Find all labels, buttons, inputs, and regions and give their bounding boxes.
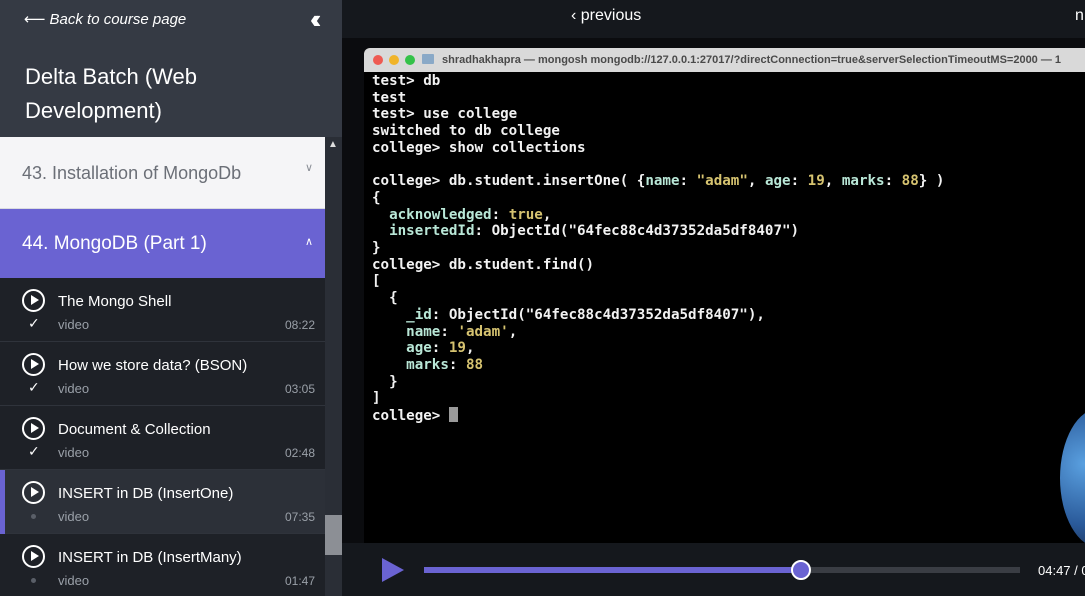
previous-lecture-button[interactable]: ‹ previous xyxy=(571,7,641,25)
scroll-up-arrow-icon[interactable]: ▲ xyxy=(328,139,338,150)
play-circle-icon xyxy=(22,353,45,376)
lesson-item[interactable]: ✓ Document & Collection video 02:48 xyxy=(0,406,325,470)
terminal-line: college> db.student.insertOne( {name: "a… xyxy=(372,173,945,190)
terminal-line: } xyxy=(372,240,381,257)
terminal-line: insertedId: ObjectId("64fec88c4d37352da5… xyxy=(389,223,800,240)
time-display: 04:47 / 0 xyxy=(1038,563,1085,578)
terminal-line: acknowledged: true, xyxy=(389,206,552,223)
seek-bar-progress xyxy=(424,567,802,573)
lesson-title: The Mongo Shell xyxy=(58,293,172,310)
terminal-line: test> use college xyxy=(372,106,518,123)
section-list: 43. Installation of MongoDb ∨ 44. MongoD… xyxy=(0,137,325,596)
lesson-duration: 03:05 xyxy=(284,382,315,396)
lesson-list: ✓ The Mongo Shell video 08:22 ✓ How we store … xyxy=(0,278,325,596)
lesson-item[interactable]: ✓ The Mongo Shell video 08:22 xyxy=(0,278,325,342)
video-frame-terminal: shradhakhapra — mongosh mongodb://127.0.… xyxy=(364,48,1085,543)
close-dot-icon xyxy=(373,55,383,65)
lesson-type: video xyxy=(58,381,90,396)
terminal-line: { xyxy=(372,290,398,307)
terminal-line: college> show collections xyxy=(372,139,586,156)
course-sidebar: ⟵ Back to course page ‹‹ Delta Batch (Web… xyxy=(0,0,342,596)
sidebar-header: ⟵ Back to course page ‹‹ Delta Batch (Web… xyxy=(0,0,342,137)
collapse-sidebar-icon[interactable]: ‹‹ xyxy=(310,4,322,35)
seek-bar[interactable] xyxy=(424,560,1020,580)
seek-handle[interactable] xyxy=(791,560,812,580)
section-43[interactable]: 43. Installation of MongoDb ∨ xyxy=(0,137,325,209)
chevron-left-icon: ‹ xyxy=(571,7,581,24)
checkmark-icon: ✓ xyxy=(28,443,40,459)
chevron-down-icon: ∨ xyxy=(304,162,313,174)
terminal-line: college> db.student.find() xyxy=(372,256,595,273)
lesson-title: INSERT in DB (InsertOne) xyxy=(58,485,234,502)
player-controls: 04:47 / 0 xyxy=(342,543,1085,596)
terminal-line: marks: 88 xyxy=(406,356,484,373)
lesson-item[interactable]: ✓ How we store data? (BSON) video 03:05 xyxy=(0,342,325,406)
lesson-type: video xyxy=(58,573,90,588)
folder-icon xyxy=(422,54,434,64)
play-circle-icon xyxy=(22,417,45,440)
maximize-dot-icon xyxy=(405,55,415,65)
lesson-title: How we store data? (BSON) xyxy=(58,357,248,374)
scrollbar-thumb[interactable] xyxy=(325,515,342,555)
play-circle-icon xyxy=(22,545,45,568)
lesson-duration: 07:35 xyxy=(284,510,315,524)
lesson-type: video xyxy=(58,445,90,460)
checkmark-icon: ✓ xyxy=(28,379,40,395)
back-to-course-link[interactable]: ⟵ Back to course page xyxy=(24,10,186,28)
section-44-label: 44. MongoDB (Part 1) xyxy=(22,233,207,254)
lesson-duration: 02:48 xyxy=(284,446,315,460)
lesson-title: Document & Collection xyxy=(58,421,211,438)
course-title: Delta Batch (Web Development) xyxy=(25,64,198,123)
terminal-title-bar: shradhakhapra — mongosh mongodb://127.0.… xyxy=(364,48,1085,72)
course-player-app: ⟵ Back to course page ‹‹ Delta Batch (Web… xyxy=(0,0,1085,596)
incomplete-dot-icon xyxy=(31,578,36,583)
checkmark-icon: ✓ xyxy=(28,315,40,331)
lesson-duration: 08:22 xyxy=(284,318,315,332)
terminal-line: name: 'adam', xyxy=(406,323,518,340)
sidebar-scrollbar[interactable]: ▲ xyxy=(325,137,342,596)
terminal-line: [ xyxy=(372,273,381,290)
incomplete-dot-icon xyxy=(31,514,36,519)
lesson-type: video xyxy=(58,317,90,332)
terminal-line: age: 19, xyxy=(406,340,475,357)
terminal-output: test> db test test> use college switched… xyxy=(372,73,1085,425)
play-circle-icon xyxy=(22,289,45,312)
minimize-dot-icon xyxy=(389,55,399,65)
terminal-line: test> db xyxy=(372,73,441,89)
lesson-type: video xyxy=(58,509,90,524)
video-player[interactable]: shradhakhapra — mongosh mongodb://127.0.… xyxy=(342,38,1085,596)
section-43-label: 43. Installation of MongoDb xyxy=(22,163,242,183)
back-link-label: Back to course page xyxy=(49,11,187,28)
next-label: n xyxy=(1075,7,1084,24)
terminal-line: test xyxy=(372,89,407,106)
lesson-duration: 01:47 xyxy=(284,574,315,588)
lesson-title: INSERT in DB (InsertMany) xyxy=(58,549,242,566)
section-44[interactable]: 44. MongoDB (Part 1) ∧ xyxy=(0,209,325,278)
previous-label: previous xyxy=(580,7,642,24)
lesson-item[interactable]: INSERT in DB (InsertMany) video 01:47 xyxy=(0,534,325,596)
play-icon[interactable] xyxy=(382,558,404,582)
arrow-left-icon: ⟵ xyxy=(24,11,46,28)
next-lecture-button[interactable]: n xyxy=(1075,7,1084,25)
terminal-line: } xyxy=(372,373,398,390)
chevron-up-icon: ∧ xyxy=(304,236,313,248)
play-circle-icon xyxy=(22,481,45,504)
terminal-line: _id: ObjectId("64fec88c4d37352da5df8407"… xyxy=(406,306,765,323)
terminal-cursor xyxy=(448,407,458,423)
terminal-line: { xyxy=(372,189,381,206)
terminal-prompt: college> xyxy=(372,408,449,425)
lecture-nav-bar: ‹ previous n xyxy=(342,0,1085,38)
terminal-line: switched to db college xyxy=(372,123,560,140)
terminal-window-title: shradhakhapra — mongosh mongodb://127.0.… xyxy=(442,54,1062,66)
lesson-item[interactable]: INSERT in DB (InsertOne) video 07:35 xyxy=(0,470,325,534)
terminal-line: ] xyxy=(372,390,381,407)
